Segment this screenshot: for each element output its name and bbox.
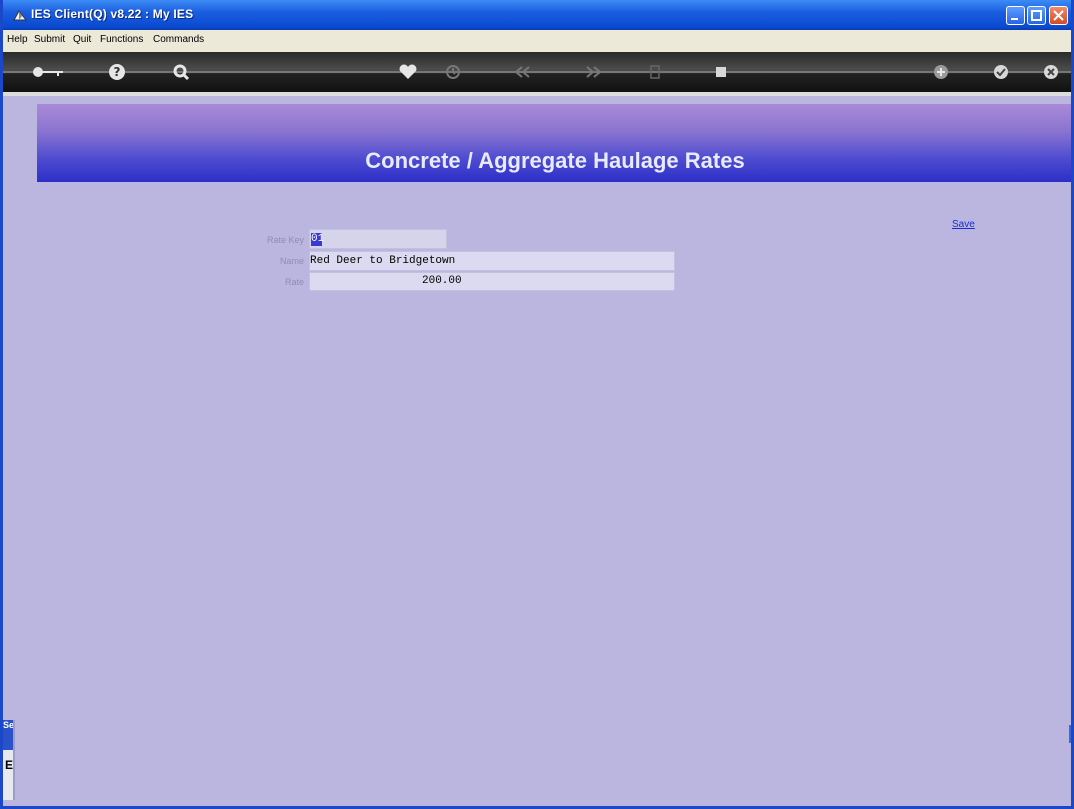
- help-icon: ?: [109, 64, 125, 80]
- stop-button[interactable]: [711, 61, 731, 83]
- side-panel-fragment: Se E: [3, 720, 15, 800]
- history-button[interactable]: [443, 61, 463, 83]
- clock-icon: [446, 65, 460, 79]
- rate-input[interactable]: 200.00: [309, 272, 675, 291]
- side-tab[interactable]: Se: [3, 720, 13, 750]
- rate-value: 200.00: [422, 275, 462, 287]
- next-button[interactable]: [581, 61, 605, 83]
- favorite-button[interactable]: [396, 61, 420, 83]
- stop-icon: [716, 67, 726, 77]
- name-value: Red Deer to Bridgetown: [310, 255, 456, 267]
- menu-help[interactable]: Help: [7, 34, 28, 45]
- toolbar-divider: [3, 71, 1071, 73]
- key-button[interactable]: [31, 61, 67, 83]
- maximize-icon: [1031, 10, 1042, 21]
- rate-key-label: Rate Key: [266, 235, 304, 245]
- close-window-button[interactable]: [1049, 6, 1068, 25]
- window-title: IES Client(Q) v8.22 : My IES: [31, 7, 194, 21]
- menu-commands[interactable]: Commands: [153, 34, 204, 45]
- document-button[interactable]: [645, 61, 665, 83]
- side-text: E: [5, 758, 14, 772]
- app-logo-icon: [13, 10, 27, 21]
- close-icon: [1053, 10, 1064, 21]
- menu-bar: Help Submit Quit Functions Commands: [3, 30, 1071, 53]
- page-banner: Concrete / Aggregate Haulage Rates: [37, 104, 1071, 182]
- rate-key-input[interactable]: 01: [309, 229, 447, 249]
- rate-label: Rate: [284, 277, 304, 287]
- minimize-icon: [1011, 18, 1018, 20]
- save-link[interactable]: Save: [952, 219, 975, 230]
- search-icon: [173, 64, 190, 81]
- cancel-button[interactable]: [1041, 61, 1061, 83]
- menu-functions[interactable]: Functions: [100, 34, 143, 45]
- confirm-button[interactable]: [991, 61, 1011, 83]
- menu-submit[interactable]: Submit: [34, 34, 65, 45]
- page-title: Concrete / Aggregate Haulage Rates: [365, 148, 745, 173]
- check-icon: [994, 65, 1008, 79]
- rate-key-value: 01: [311, 233, 325, 246]
- minimize-button[interactable]: [1006, 6, 1025, 25]
- search-button[interactable]: [171, 61, 191, 83]
- name-label: Name: [279, 256, 304, 266]
- app-window: IES Client(Q) v8.22 : My IES Help Submit…: [0, 0, 1074, 809]
- rewind-icon: [514, 66, 530, 78]
- fast-forward-icon: [586, 66, 602, 78]
- svg-text:?: ?: [114, 65, 121, 79]
- name-input[interactable]: Red Deer to Bridgetown: [309, 251, 675, 271]
- document-icon: [650, 65, 660, 79]
- previous-button[interactable]: [511, 61, 535, 83]
- title-bar[interactable]: IES Client(Q) v8.22 : My IES: [3, 0, 1071, 30]
- right-edge-fragment: [1069, 725, 1071, 743]
- plus-icon: [934, 65, 948, 79]
- key-icon: [33, 67, 63, 77]
- close-icon: [1044, 65, 1058, 79]
- help-button[interactable]: ?: [107, 61, 127, 83]
- maximize-button[interactable]: [1027, 6, 1046, 25]
- heart-icon: [399, 64, 417, 79]
- toolbar: ?: [3, 52, 1071, 96]
- add-button[interactable]: [931, 61, 951, 83]
- menu-quit[interactable]: Quit: [73, 34, 91, 45]
